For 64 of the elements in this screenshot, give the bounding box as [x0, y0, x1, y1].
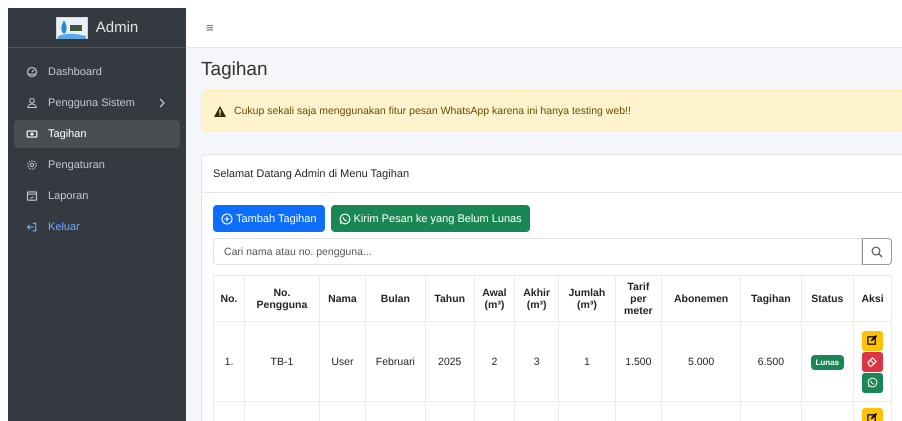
gauge-icon [26, 66, 38, 78]
sidebar-item[interactable]: Pengguna Sistem [14, 89, 180, 117]
sidebar-label: Pengguna Sistem [48, 97, 135, 109]
table-cell: 6.500 [740, 322, 802, 402]
column-header: Jumlah (m³) [558, 276, 616, 322]
sidebar-item[interactable]: Dashboard [14, 58, 180, 86]
card-header: Selamat Datang Admin di Menu Tagihan [213, 168, 410, 180]
search-icon [871, 246, 883, 258]
search-field[interactable]: Cari nama atau no. pengguna... [213, 238, 862, 265]
whatsapp-button[interactable] [862, 372, 884, 392]
table-cell: User [319, 322, 366, 402]
money-icon [26, 128, 38, 140]
sidebar-label: Pengaturan [48, 159, 105, 171]
add-button[interactable]: Tambah Tagihan [213, 205, 325, 232]
sidebar-item[interactable]: Keluar [14, 213, 180, 241]
chat-icon [338, 212, 351, 224]
sidebar-label: Dashboard [48, 66, 102, 78]
menu-toggle[interactable]: ≡ [206, 20, 214, 35]
delete-button[interactable] [862, 352, 884, 372]
column-header: No. Pengguna [244, 276, 320, 322]
user-icon [26, 97, 38, 109]
table-cell: 2025 [425, 322, 474, 402]
column-header: Awal (m³) [474, 276, 515, 322]
logo-icon [56, 16, 88, 38]
calendar-icon [26, 190, 38, 202]
column-header: Akhir (m³) [514, 276, 559, 322]
column-header: Bulan [365, 276, 426, 322]
sidebar-label: Keluar [48, 221, 80, 233]
warning-icon [214, 106, 226, 116]
edit-button[interactable] [862, 330, 884, 350]
brand-name: Admin [96, 19, 138, 36]
table-cell: 5.000 [661, 322, 741, 402]
logout-icon [26, 221, 38, 233]
sidebar-item[interactable]: Pengaturan [14, 151, 180, 179]
edit-icon [867, 412, 878, 421]
table-cell: 1 [558, 322, 616, 402]
edit-icon [867, 335, 878, 346]
table-cell: 1.500 [615, 322, 662, 402]
page-title: Tagihan [201, 59, 269, 81]
table-cell: Februari [365, 322, 426, 402]
column-header: No. [214, 276, 244, 322]
sidebar-label: Laporan [48, 190, 88, 202]
column-header: Tagihan [740, 276, 802, 322]
column-header: Tahun [425, 276, 474, 322]
table-cell: 2 [474, 322, 515, 402]
status-badge: Lunas [810, 354, 844, 370]
sidebar-item[interactable]: Laporan [14, 182, 180, 210]
sidebar-item[interactable]: Tagihan [14, 120, 180, 148]
table-cell: TB-1 [244, 322, 320, 402]
table-cell: 3 [514, 322, 559, 402]
eraser-icon [867, 356, 878, 367]
column-header: Abonemen [661, 276, 741, 322]
sidebar-label: Tagihan [48, 128, 87, 140]
send-message-button[interactable]: Kirim Pesan ke yang Belum Lunas [330, 205, 530, 232]
add-circle-icon [221, 212, 233, 224]
column-header: Status [801, 276, 854, 322]
search-button[interactable] [862, 238, 892, 265]
column-header: Aksi [854, 276, 892, 322]
table-cell: 1. [214, 322, 244, 402]
chat-icon [867, 377, 878, 388]
column-header: Nama [319, 276, 366, 322]
alert-text: Cukup sekali saja menggunakan fitur pesan WhatsApp karena ini hanya testing web!! [234, 105, 631, 117]
gear-icon [26, 159, 38, 171]
column-header: Tarif per meter [615, 276, 662, 322]
